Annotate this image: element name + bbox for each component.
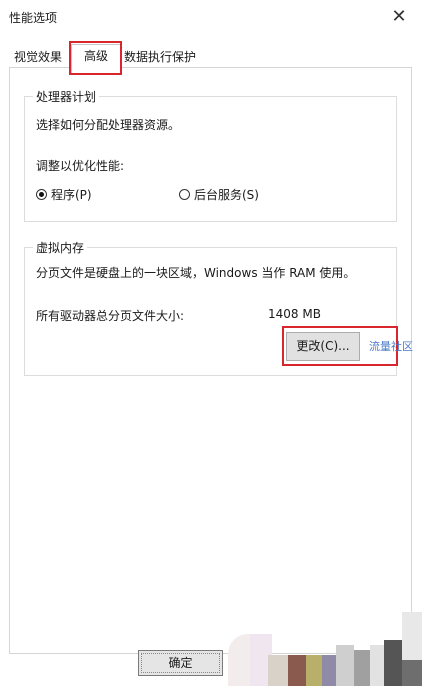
pixel-block [384, 640, 402, 686]
virtual-memory-description: 分页文件是硬盘上的一块区域，Windows 当作 RAM 使用。 [36, 266, 356, 280]
processor-description: 选择如何分配处理器资源。 [36, 118, 181, 132]
pixel-block [268, 655, 288, 686]
pixel-block [402, 660, 422, 686]
paging-total-value: 1408 MB [268, 307, 321, 321]
close-icon[interactable]: ✕ [376, 0, 422, 34]
radio-services-indicator[interactable] [179, 189, 190, 200]
pixel-block [354, 650, 370, 686]
ok-button-label: 确定 [168, 656, 193, 670]
tab-advanced[interactable]: 高级 [71, 44, 121, 75]
pixel-block [370, 645, 384, 686]
virtual-memory-group-title: 虚拟内存 [33, 239, 88, 256]
tab-data-execution-prevention[interactable]: 数据执行保护 [124, 46, 196, 68]
pixel-block [322, 655, 336, 686]
optimize-label: 调整以优化性能: [36, 159, 125, 173]
radio-programs[interactable]: 程序(P) [36, 186, 92, 203]
processor-group-title: 处理器计划 [33, 88, 100, 105]
radio-background-services[interactable]: 后台服务(S) [179, 186, 259, 203]
pixel-block [336, 645, 354, 686]
pixel-block [288, 655, 306, 686]
tab-visual-effects[interactable]: 视觉效果 [14, 46, 62, 68]
ok-button[interactable]: 确定 [138, 650, 223, 676]
watermark-text: 流量社区 [369, 340, 413, 353]
window-title: 性能选项 [9, 11, 58, 25]
title-bar: 性能选项 ✕ [0, 0, 422, 34]
radio-programs-label: 程序(P) [51, 188, 92, 202]
radio-programs-indicator[interactable] [36, 189, 47, 200]
radio-services-label: 后台服务(S) [194, 188, 259, 202]
change-button[interactable]: 更改(C)... [286, 332, 360, 361]
pixel-block [306, 655, 322, 686]
paging-total-label: 所有驱动器总分页文件大小: [36, 309, 185, 323]
